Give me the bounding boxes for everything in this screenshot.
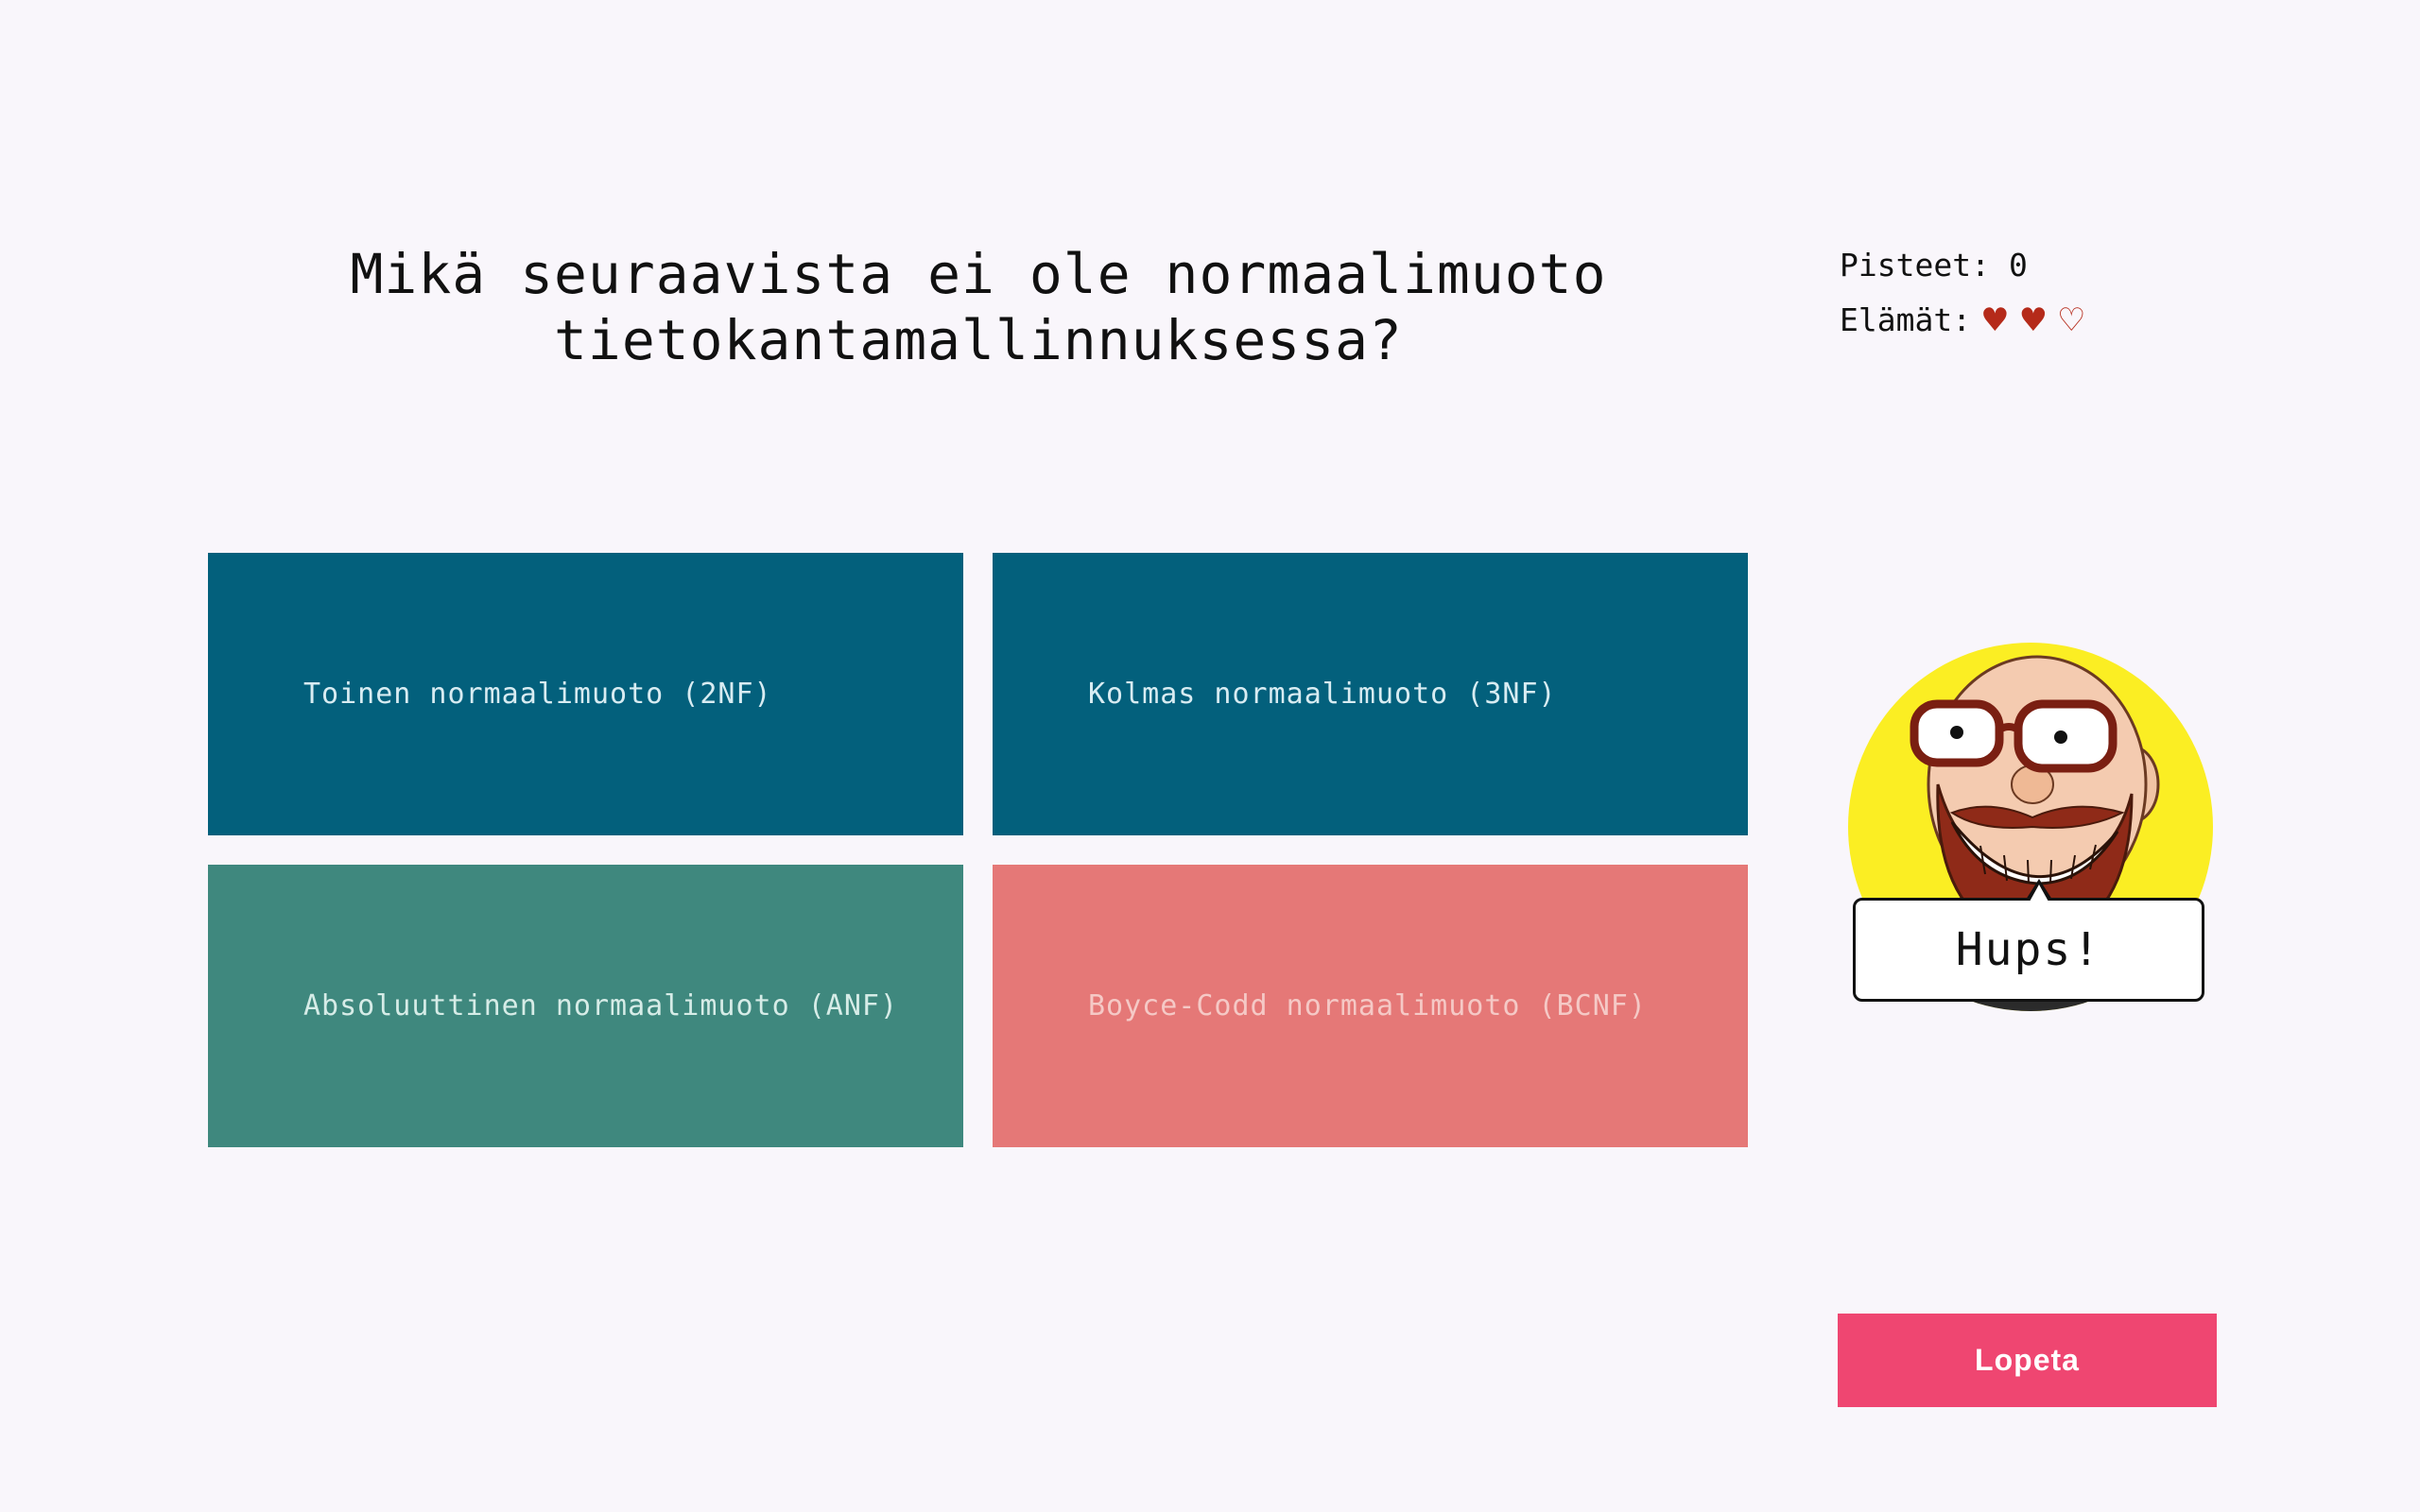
answer-label: Absoluuttinen normaalimuoto (ANF) [303, 989, 899, 1022]
speech-text: Hups! [1955, 923, 2102, 976]
answer-label: Toinen normaalimuoto (2NF) [303, 678, 772, 711]
quit-button-label: Lopeta [1975, 1343, 2080, 1377]
quit-button[interactable]: Lopeta [1838, 1314, 2217, 1407]
lives-label: Elämät: [1840, 301, 1972, 338]
answer-option-3[interactable]: Absoluuttinen normaalimuoto (ANF) [208, 865, 963, 1147]
quiz-screen: Mikä seuraavista ei ole normaalimuoto ti… [0, 0, 2420, 1512]
answer-option-1[interactable]: Toinen normaalimuoto (2NF) [208, 553, 963, 835]
score-row: Pisteet: 0 [1840, 238, 2086, 293]
answer-label: Kolmas normaalimuoto (3NF) [1088, 678, 1557, 711]
question-line-2: tietokantamallinnuksessa? [554, 308, 1403, 372]
speech-bubble-tail-fill [2030, 885, 2048, 902]
answer-label: Boyce-Codd normaalimuoto (BCNF) [1088, 989, 1647, 1022]
answer-option-4[interactable]: Boyce-Codd normaalimuoto (BCNF) [993, 865, 1748, 1147]
heart-full-icon: ♥ [1980, 301, 2010, 339]
answer-option-2[interactable]: Kolmas normaalimuoto (3NF) [993, 553, 1748, 835]
status-panel: Pisteet: 0 Elämät: ♥ ♥ ♡ [1840, 238, 2086, 348]
score-value: 0 [2008, 247, 2028, 284]
lives-hearts: ♥ ♥ ♡ [1980, 304, 2085, 336]
speech-bubble: Hups! [1853, 898, 2204, 1002]
heart-full-icon: ♥ [2018, 301, 2048, 339]
answer-grid: Toinen normaalimuoto (2NF) Kolmas normaa… [208, 553, 1749, 1147]
lives-row: Elämät: ♥ ♥ ♡ [1840, 293, 2086, 348]
question-text: Mikä seuraavista ei ole normaalimuoto ti… [208, 241, 1749, 373]
question-line-1: Mikä seuraavista ei ole normaalimuoto [350, 242, 1607, 306]
score-label: Pisteet: [1840, 247, 1990, 284]
heart-empty-icon: ♡ [2057, 301, 2086, 339]
